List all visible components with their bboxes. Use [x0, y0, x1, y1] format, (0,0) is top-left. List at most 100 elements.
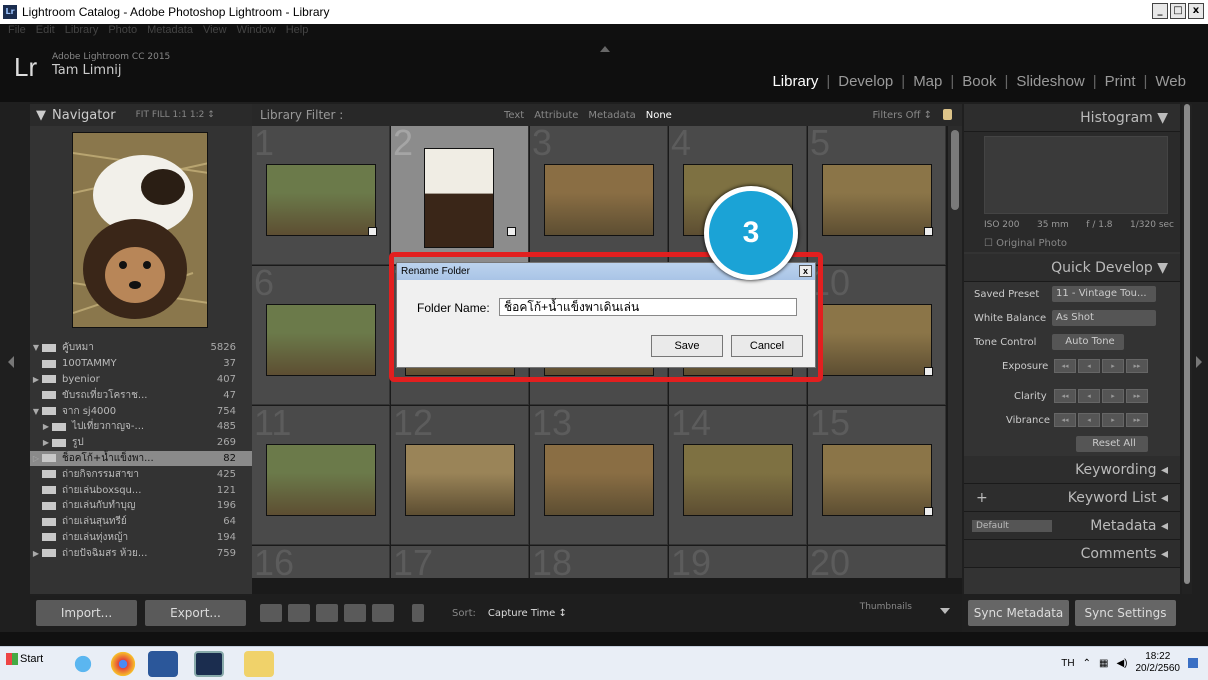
navigator-header[interactable]: ▼ Navigator FIT FILL 1:1 1:2 ↕: [30, 104, 252, 126]
photo-thumbnail[interactable]: [544, 444, 654, 516]
metadata-header[interactable]: Default Metadata ◂: [964, 512, 1180, 540]
sync-settings-button[interactable]: Sync Settings: [1075, 600, 1176, 626]
grid-cell[interactable]: 14: [669, 406, 807, 545]
menu-view[interactable]: View: [203, 24, 227, 40]
menu-edit[interactable]: Edit: [36, 24, 55, 40]
close-button[interactable]: x: [1188, 3, 1204, 19]
folder-row[interactable]: ▼ จาก sj4000 754: [30, 403, 252, 419]
photo-thumbnail[interactable]: [683, 444, 793, 516]
clarity-dec-large[interactable]: ◂◂: [1054, 389, 1076, 403]
show-desktop-icon[interactable]: [1188, 658, 1198, 668]
photo-thumbnail[interactable]: [822, 444, 932, 516]
scrollbar-thumb[interactable]: [951, 130, 959, 210]
keyword-list-header[interactable]: + Keyword List ◂: [964, 484, 1180, 512]
menu-help[interactable]: Help: [286, 24, 309, 40]
photo-thumbnail[interactable]: [822, 304, 932, 376]
maximize-button[interactable]: □: [1170, 3, 1186, 19]
grid-cell[interactable]: 2: [391, 126, 529, 265]
photo-thumbnail[interactable]: [266, 164, 376, 236]
folder-row[interactable]: ▶ byenior 407: [30, 372, 252, 388]
lightroom-taskbar-icon[interactable]: [194, 651, 224, 677]
loupe-view-icon[interactable]: [288, 604, 310, 622]
dialog-close-button[interactable]: x: [799, 265, 812, 277]
folder-row[interactable]: ▶ ถ่ายปัจฉิมสร ห้วย... 759: [30, 545, 252, 561]
quick-develop-header[interactable]: Quick Develop ▼: [964, 254, 1180, 282]
add-keyword-icon[interactable]: +: [976, 490, 988, 506]
right-scroll-thumb[interactable]: [1184, 104, 1190, 584]
grid-cell[interactable]: 20: [808, 546, 946, 578]
original-photo-checkbox[interactable]: ☐: [984, 238, 993, 249]
photo-thumbnail[interactable]: [405, 444, 515, 516]
exposure-inc-large[interactable]: ▸▸: [1126, 359, 1148, 373]
module-book[interactable]: Book: [954, 73, 1004, 90]
filter-tab-text[interactable]: Text: [504, 110, 524, 121]
module-develop[interactable]: Develop: [830, 73, 901, 90]
filters-off-dropdown[interactable]: Filters Off ↕: [873, 110, 932, 121]
language-indicator[interactable]: TH: [1061, 658, 1074, 669]
folder-row[interactable]: ▼ คูับหมา 5826: [30, 340, 252, 356]
menu-photo[interactable]: Photo: [108, 24, 137, 40]
toolbar-menu-caret-icon[interactable]: [940, 608, 950, 614]
import-button[interactable]: Import...: [36, 600, 137, 626]
menu-window[interactable]: Window: [237, 24, 276, 40]
grid-cell[interactable]: 10: [808, 266, 946, 405]
folder-row[interactable]: ถ่ายกิจกรรมสาขา 425: [30, 466, 252, 482]
photo-thumbnail[interactable]: [266, 304, 376, 376]
filter-tab-attribute[interactable]: Attribute: [534, 110, 578, 121]
folder-row-selected[interactable]: ▷ ช็อคโก้+น้ำแข็งพา... 82: [30, 450, 252, 467]
start-button[interactable]: Start: [6, 653, 43, 665]
menu-metadata[interactable]: Metadata: [147, 24, 193, 40]
folder-row[interactable]: ถ่ายเล่นสุนทรีย์ 64: [30, 514, 252, 530]
navigator-preview[interactable]: [72, 132, 208, 328]
photo-thumbnail[interactable]: [266, 444, 376, 516]
clock[interactable]: 18:22 20/2/2560: [1136, 651, 1181, 675]
folder-row[interactable]: ถ่ายเล่นboxsqu... 121: [30, 482, 252, 498]
menu-library[interactable]: Library: [65, 24, 99, 40]
clarity-inc[interactable]: ▸: [1102, 389, 1124, 403]
right-panel-scrollbar[interactable]: [1182, 104, 1192, 594]
left-panel-toggle-icon[interactable]: [8, 356, 14, 368]
folder-row[interactable]: ขับรถเที่ยวโคราช... 47: [30, 387, 252, 403]
grid-cell[interactable]: 18: [530, 546, 668, 578]
exposure-dec-large[interactable]: ◂◂: [1054, 359, 1076, 373]
grid-cell[interactable]: 12: [391, 406, 529, 545]
module-web[interactable]: Web: [1147, 73, 1194, 90]
spray-can-icon[interactable]: [412, 604, 424, 622]
module-library[interactable]: Library: [764, 73, 826, 90]
histogram-header[interactable]: Histogram ▼: [964, 104, 1180, 132]
file-explorer-icon[interactable]: [244, 651, 274, 677]
tray-arrow-icon[interactable]: ⌃: [1083, 658, 1091, 669]
folder-row[interactable]: ▶ ไปเที่ยวกาญจ-... 485: [30, 419, 252, 435]
grid-view-icon[interactable]: [260, 604, 282, 622]
white-balance-dropdown[interactable]: As Shot: [1052, 310, 1156, 326]
grid-cell[interactable]: 5: [808, 126, 946, 265]
filter-tab-none[interactable]: None: [646, 110, 672, 121]
grid-cell[interactable]: 11: [252, 406, 390, 545]
volume-icon[interactable]: ◀): [1116, 658, 1127, 669]
clarity-dec[interactable]: ◂: [1078, 389, 1100, 403]
folder-row[interactable]: ถ่ายเล่นกับทำบุญ 196: [30, 498, 252, 514]
folder-row[interactable]: ถ่ายเล่นทุ่งหญ้า 194: [30, 530, 252, 546]
sort-dropdown[interactable]: Capture Time ↕: [488, 608, 567, 619]
grid-cell[interactable]: 15: [808, 406, 946, 545]
compare-view-icon[interactable]: [316, 604, 338, 622]
grid-cell[interactable]: 16: [252, 546, 390, 578]
reset-all-button[interactable]: Reset All: [1076, 436, 1148, 452]
menu-file[interactable]: File: [8, 24, 26, 40]
metadata-preset-dropdown[interactable]: Default: [972, 519, 1052, 532]
photo-thumbnail[interactable]: [544, 164, 654, 236]
collapse-top-arrow-icon[interactable]: [600, 46, 610, 52]
filter-tab-metadata[interactable]: Metadata: [588, 110, 635, 121]
grid-cell[interactable]: 3: [530, 126, 668, 265]
sync-metadata-button[interactable]: Sync Metadata: [968, 600, 1069, 626]
histogram-graph[interactable]: [984, 136, 1168, 214]
auto-tone-button[interactable]: Auto Tone: [1052, 334, 1124, 350]
save-button[interactable]: Save: [651, 335, 723, 357]
comments-header[interactable]: Comments ◂: [964, 540, 1180, 568]
right-panel-toggle-icon[interactable]: [1196, 356, 1202, 368]
folder-name-input[interactable]: ช็อคโก้+น้ำแข็งพาเดินเล่น: [499, 298, 797, 316]
saved-preset-dropdown[interactable]: 11 - Vintage Tou...: [1052, 286, 1156, 302]
module-slideshow[interactable]: Slideshow: [1008, 73, 1092, 90]
photo-thumbnail[interactable]: [424, 148, 494, 248]
photo-thumbnail[interactable]: [822, 164, 932, 236]
